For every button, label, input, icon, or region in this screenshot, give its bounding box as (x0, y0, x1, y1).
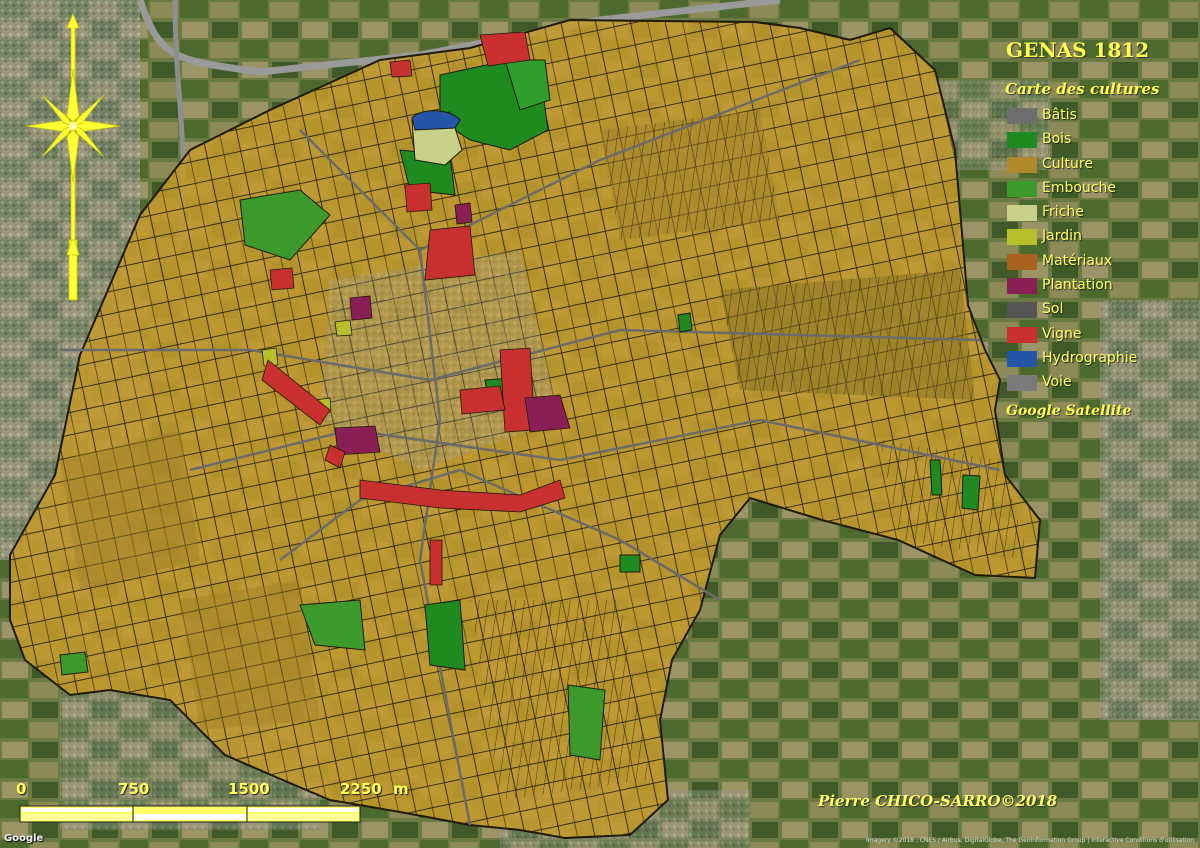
legend-label: Embouche (1042, 179, 1116, 196)
google-logo[interactable]: Google (4, 833, 43, 844)
legend-swatch (1007, 205, 1037, 222)
legend-swatch (1007, 302, 1037, 319)
legend-label: Hydrographie (1042, 349, 1138, 366)
legend-label: Vigne (1042, 325, 1082, 342)
legend-label: Bois (1042, 131, 1072, 148)
legend-label: Culture (1042, 155, 1093, 172)
legend-label: Matériaux (1042, 252, 1113, 269)
north-arrow-icon (25, 12, 121, 301)
legend-swatch (1007, 132, 1037, 149)
imagery-attribution[interactable]: Imagery ©2018 , CNES / Airbus, DigitalGl… (866, 837, 1194, 844)
legend-label: Plantation (1042, 277, 1113, 294)
scale-unit: m (393, 780, 409, 798)
legend-swatch (1007, 180, 1037, 197)
imagery-source-label: Google Satellite (1006, 403, 1132, 419)
scale-label-2250: 2250 (340, 780, 382, 798)
legend-label: Friche (1042, 204, 1084, 221)
legend-label: Bâtis (1042, 107, 1077, 123)
satellite-map (0, 0, 1200, 848)
legend-swatch (1007, 229, 1037, 246)
legend-swatch (1007, 253, 1037, 270)
legend-label: Sol (1042, 301, 1064, 318)
scale-label-750: 750 (118, 780, 150, 798)
legend-swatch (1007, 156, 1037, 173)
author-credit: Pierre CHICO-SARRO©2018 (818, 792, 1058, 810)
legend-swatch (1007, 108, 1037, 124)
scale-label-0: 0 (16, 780, 27, 798)
legend-swatch (1007, 350, 1037, 367)
legend-swatch (1007, 278, 1037, 295)
legend-swatch (1007, 326, 1037, 343)
scale-bar (19, 805, 361, 823)
legend-swatch (1007, 375, 1037, 392)
legend-label: Voie (1042, 374, 1072, 391)
map-subtitle: Carte des cultures (1005, 80, 1160, 98)
scale-label-1500: 1500 (228, 780, 270, 798)
map-title: GENAS 1812 (1006, 38, 1150, 62)
map-canvas[interactable]: GENAS 1812 Carte des cultures Bâtis Bois C… (0, 0, 1200, 848)
legend-label: Jardin (1042, 228, 1082, 245)
